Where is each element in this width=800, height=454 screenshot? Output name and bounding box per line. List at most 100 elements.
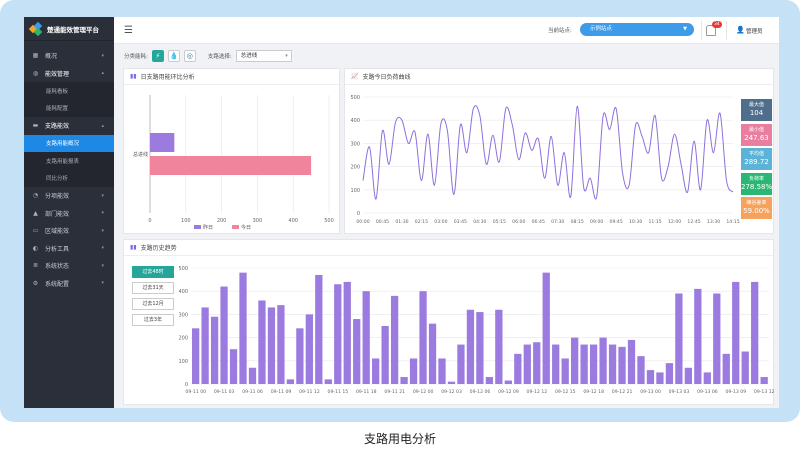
sidebar-item[interactable]: 支路用能概况 (24, 134, 114, 152)
x-tick-label: 00:45 (376, 219, 389, 225)
y-tick-label: 200 (179, 336, 188, 342)
sidebar-item-label: 分项能效 (45, 193, 70, 201)
stat-box: 平均值 289.72 (741, 148, 772, 170)
ring-compare-chart: 0 100 200 300 400 500 总进线昨日 今日 (133, 95, 334, 231)
bar (694, 288, 702, 384)
sidebar-item-label: 系统状态 (45, 263, 70, 271)
ring-compare-panel: ▮▮ 日支路用能环比分析 0 100 200 300 400 500 总进线 昨日 今日 (123, 68, 340, 234)
x-tick-label: 12:45 (687, 219, 700, 225)
bar (201, 307, 209, 384)
tools-icon: ◐ (32, 244, 39, 252)
site-select-value: 示例站点 (590, 26, 613, 32)
bar (210, 316, 219, 384)
bar (220, 286, 228, 384)
panel-title: 支路今日负荷曲线 (362, 74, 411, 81)
bar (466, 309, 475, 384)
range-button[interactable]: 过去12月 (132, 298, 174, 310)
app-logo[interactable]: 楚通能效管理平台 (24, 17, 114, 41)
bar (286, 379, 295, 384)
sidebar-item-label: 支路用能概况 (46, 141, 80, 148)
bar (523, 344, 531, 384)
sidebar-item[interactable]: 支路用能报表 (24, 152, 114, 170)
notification-badge: 34 (712, 21, 722, 28)
sidebar-item-label: 能耗配置 (46, 106, 69, 113)
bar (315, 274, 323, 384)
range-button[interactable]: 过去48时 (132, 266, 174, 278)
x-tick-label: 08:15 (571, 219, 584, 225)
line-chart-icon: 📈 (351, 73, 359, 80)
legend-swatch (232, 225, 239, 229)
sidebar-item[interactable]: ▭ 区域能效 ▾ (24, 222, 114, 240)
range-button[interactable]: 过去3年 (132, 314, 174, 326)
sidebar: 楚通能效管理平台 ▦ 概况 ▾ ◍ 能效管理 ▴ 能耗看板能耗配置 ▬ 支路能效 ▴ 支路用能概况支… (24, 17, 114, 408)
bar (334, 284, 342, 384)
bar (381, 326, 389, 384)
branch-select-value: 总进线 (240, 53, 258, 59)
user-name[interactable]: 管理员 (746, 27, 763, 35)
bar (514, 353, 522, 384)
stat-label: 负荷率 (748, 175, 764, 182)
stat-value: 59.00% (743, 207, 770, 215)
category-icon: ◔ (32, 192, 39, 200)
chevron-icon: ▾ (101, 210, 104, 217)
sidebar-item-label: 能效管理 (45, 70, 70, 78)
bar (324, 379, 332, 384)
sidebar-item-label: 能耗看板 (46, 88, 69, 95)
x-tick-label: 09-13 00 (640, 389, 661, 395)
electricity-icon[interactable]: ⚡ (151, 50, 164, 62)
water-icon[interactable]: 💧 (167, 50, 180, 62)
logo-icon (28, 21, 43, 36)
x-tick-label: 09-12 06 (470, 389, 491, 395)
x-tick-label: 13:30 (707, 219, 720, 225)
site-select[interactable]: 示例站点 ▼ (580, 23, 694, 36)
sidebar-item[interactable]: 能耗看板 (24, 82, 114, 100)
x-tick-label: 01:30 (395, 219, 408, 225)
sidebar-item[interactable]: ◔ 分项能效 ▾ (24, 187, 114, 205)
x-tick-label: 09-12 03 (441, 389, 462, 395)
sidebar-item[interactable]: 同比分析 (24, 169, 114, 187)
menu-toggle-icon[interactable]: ☰ (124, 25, 133, 36)
sidebar-item[interactable]: ◍ 能效管理 ▴ (24, 65, 114, 83)
sidebar-item[interactable]: 能耗配置 (24, 99, 114, 117)
panel-header: ▮▮ 日支路用能环比分析 (124, 69, 339, 85)
stat-box: 负荷率 278.58% (741, 172, 772, 195)
load-curve-chart: 0 100 200 300 400 500 00:00 00:45 01:30 02:15 03:0… (350, 95, 739, 225)
stat-value: 247.63 (744, 133, 769, 142)
bar (703, 372, 711, 384)
bar (637, 356, 645, 384)
y-tick-label: 200 (350, 165, 360, 171)
x-tick-label: 07:30 (551, 219, 564, 225)
sidebar-item[interactable]: ▲ 部门能效 ▾ (24, 205, 114, 223)
dashboard-icon: ▦ (32, 52, 39, 60)
branch-icon: ▬ (32, 122, 39, 130)
x-tick-label: 06:45 (532, 219, 545, 225)
bar (150, 133, 175, 152)
sidebar-item[interactable]: ≣ 系统状态 ▾ (24, 257, 114, 275)
stat-box: 最小值 247.63 (741, 123, 772, 146)
user-icon[interactable]: 👤 (736, 26, 745, 34)
sidebar-item[interactable]: ▬ 支路能效 ▴ (24, 117, 114, 135)
x-tick-label: 09-13 12 (754, 389, 774, 395)
x-tick-label: 500 (324, 218, 334, 224)
range-button[interactable]: 过去31天 (132, 282, 174, 294)
energy-icon: ◍ (32, 69, 39, 77)
stat-value: 289.72 (744, 158, 769, 166)
panel-title: 日支路用能环比分析 (140, 74, 195, 81)
sidebar-item[interactable]: ▦ 概况 ▾ (24, 47, 114, 65)
gas-icon[interactable]: ◎ (183, 50, 196, 62)
bar (665, 363, 674, 384)
bar (353, 319, 361, 384)
y-tick-label: 500 (179, 266, 188, 272)
branch-select[interactable]: 总进线 ▾ (235, 50, 292, 62)
load-curve-panel: 📈 支路今日负荷曲线 0 100 200 300 400 500 00:00 00:45 01:… (344, 68, 774, 234)
app-title: 楚通能效管理平台 (47, 25, 99, 34)
chevron-icon: ▴ (101, 70, 104, 77)
sidebar-item[interactable]: ⚙ 系统配置 ▾ (24, 275, 114, 293)
y-tick-label: 总进线 (133, 151, 148, 158)
sidebar-item[interactable]: ◐ 分析工具 ▾ (24, 240, 114, 258)
x-tick-label: 09-11 09 (271, 389, 292, 395)
x-tick-label: 09-13 09 (726, 389, 747, 395)
bar (552, 344, 560, 384)
bar (372, 358, 380, 384)
bar (656, 372, 664, 384)
